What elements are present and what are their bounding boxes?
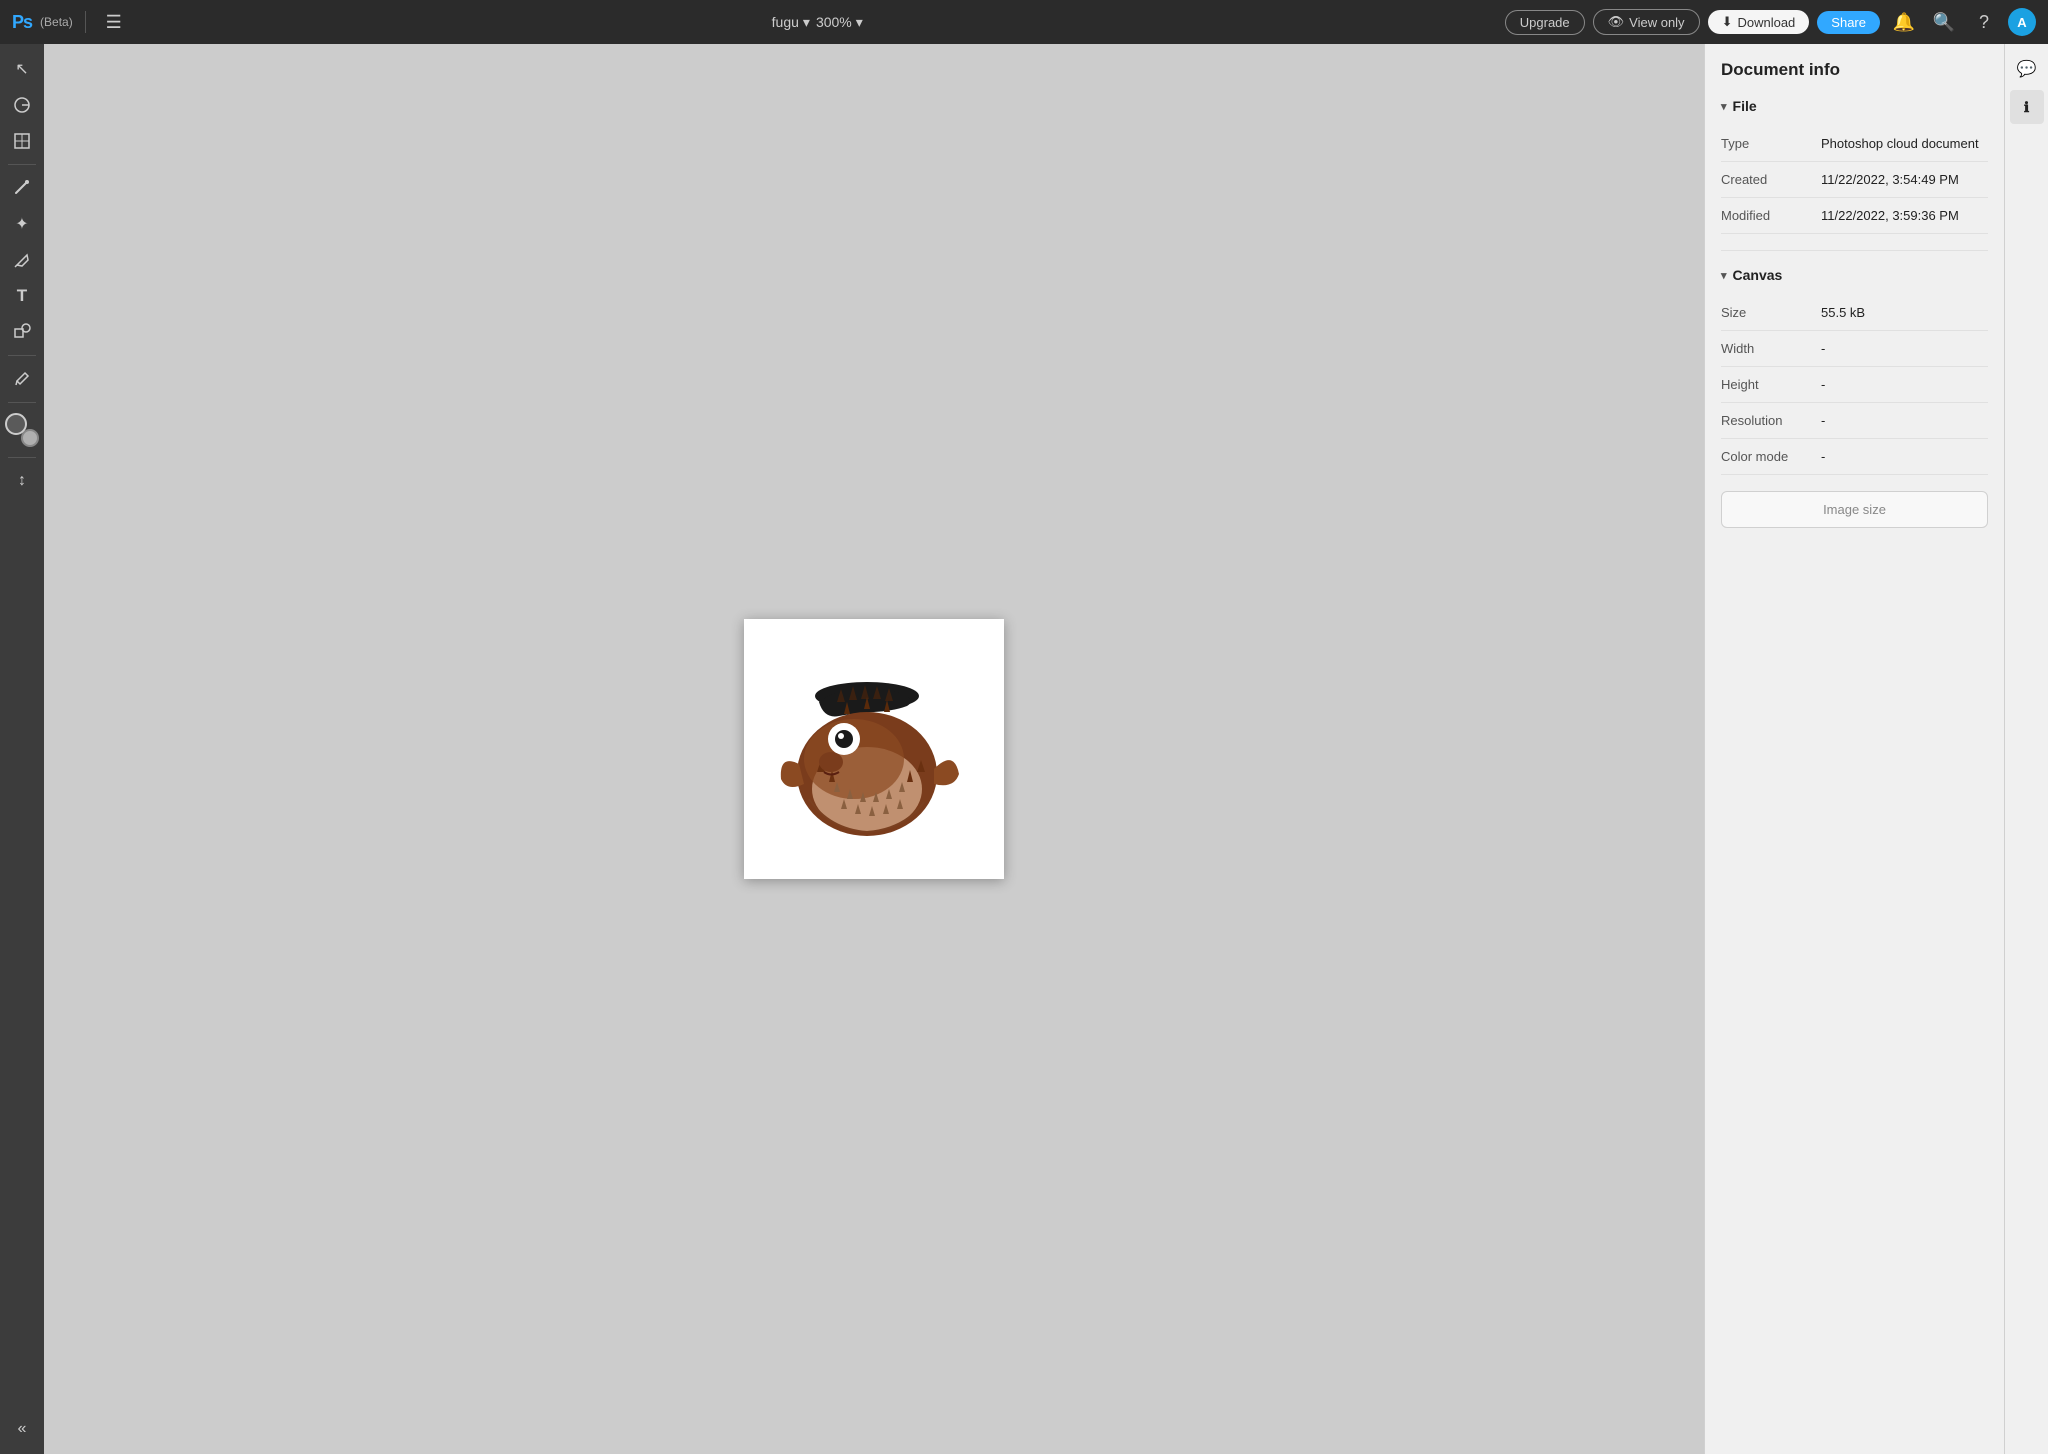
pen-tool-button[interactable] [5, 243, 39, 277]
canvas-section-label: Canvas [1733, 267, 1783, 283]
filename-button[interactable]: fugu [772, 14, 810, 31]
bell-icon: 🔔 [1893, 12, 1915, 33]
comment-button[interactable]: 💬 [2010, 52, 2044, 86]
created-row: Created 11/22/2022, 3:54:49 PM [1721, 162, 1988, 198]
topbar-center: fugu 300% [140, 14, 1495, 31]
brush-tool-button[interactable] [5, 171, 39, 205]
color-pair [5, 413, 39, 447]
avatar[interactable]: A [2008, 8, 2036, 36]
colormode-value: - [1821, 449, 1988, 464]
heal-tool-button[interactable]: ✦ [5, 207, 39, 241]
download-icon: ⬇ [1722, 14, 1733, 30]
select-tool-button[interactable]: ↖ [5, 52, 39, 86]
upgrade-button[interactable]: Upgrade [1505, 10, 1585, 35]
left-toolbar: ↖ ✦ T ↕ « [0, 44, 44, 1454]
far-right-panel: 💬 ℹ [2004, 44, 2048, 1454]
tool-separator-1 [8, 164, 36, 165]
type-value: Photoshop cloud document [1821, 136, 1988, 151]
zoom-label: 300% [816, 14, 852, 30]
type-row: Type Photoshop cloud document [1721, 126, 1988, 162]
filename-chevron-icon [803, 14, 810, 31]
canvas-frame [744, 619, 1004, 879]
topbar-right: Upgrade 👁 View only ⬇ Download Share 🔔 🔍… [1505, 6, 2036, 38]
topbar: Ps (Beta) ☰ fugu 300% Upgrade 👁 View onl… [0, 0, 2048, 44]
panel-title: Document info [1721, 60, 1988, 80]
comment-icon: 💬 [2017, 59, 2037, 79]
background-color[interactable] [21, 429, 39, 447]
notifications-button[interactable]: 🔔 [1888, 6, 1920, 38]
filename-label: fugu [772, 14, 799, 30]
beta-label: (Beta) [40, 15, 73, 29]
ps-logo: Ps [12, 12, 32, 33]
download-button[interactable]: ⬇ Download [1708, 10, 1810, 34]
resolution-row: Resolution - [1721, 403, 1988, 439]
size-row: Size 55.5 kB [1721, 295, 1988, 331]
file-section-header[interactable]: ▾ File [1721, 98, 1988, 114]
canvas-chevron-icon: ▾ [1721, 269, 1727, 282]
hamburger-menu-button[interactable]: ☰ [98, 6, 130, 38]
created-label: Created [1721, 172, 1821, 187]
info-button[interactable]: ℹ [2010, 90, 2044, 124]
width-label: Width [1721, 341, 1821, 356]
view-only-button[interactable]: 👁 View only [1593, 9, 1700, 35]
height-value: - [1821, 377, 1988, 392]
section-divider-1 [1721, 250, 1988, 251]
colormode-row: Color mode - [1721, 439, 1988, 475]
type-label: Type [1721, 136, 1821, 151]
width-row: Width - [1721, 331, 1988, 367]
download-label: Download [1737, 15, 1795, 30]
shape-tool-button[interactable] [5, 315, 39, 349]
search-button[interactable]: 🔍 [1928, 6, 1960, 38]
right-panel: Document info ▾ File Type Photoshop clou… [1704, 44, 2004, 1454]
info-icon: ℹ [2024, 99, 2029, 116]
zoom-chevron-icon [856, 14, 863, 31]
height-row: Height - [1721, 367, 1988, 403]
eyedropper-tool-button[interactable] [5, 362, 39, 396]
file-section-label: File [1733, 98, 1757, 114]
lasso-tool-button[interactable] [5, 88, 39, 122]
main-area: ↖ ✦ T ↕ « [0, 44, 2048, 1454]
resolution-label: Resolution [1721, 413, 1821, 428]
type-tool-button[interactable]: T [5, 279, 39, 313]
canvas-section-header[interactable]: ▾ Canvas [1721, 267, 1988, 283]
file-chevron-icon: ▾ [1721, 100, 1727, 113]
modified-value: 11/22/2022, 3:59:36 PM [1821, 208, 1988, 223]
size-label: Size [1721, 305, 1821, 320]
fugu-image [759, 634, 989, 864]
view-only-label: View only [1629, 15, 1684, 30]
search-icon: 🔍 [1933, 12, 1955, 33]
image-size-button[interactable]: Image size [1721, 491, 1988, 528]
tool-separator-3 [8, 402, 36, 403]
help-button[interactable]: ? [1968, 6, 2000, 38]
modified-label: Modified [1721, 208, 1821, 223]
eye-icon: 👁 [1608, 14, 1625, 30]
colormode-label: Color mode [1721, 449, 1821, 464]
size-value: 55.5 kB [1821, 305, 1988, 320]
canvas-area [44, 44, 1704, 1454]
width-value: - [1821, 341, 1988, 356]
hamburger-icon: ☰ [106, 12, 122, 33]
zoom-button[interactable]: 300% [816, 14, 863, 31]
swap-tool-button[interactable]: ↕ [5, 464, 39, 498]
tool-separator-2 [8, 355, 36, 356]
topbar-left: Ps (Beta) ☰ [12, 6, 130, 38]
help-icon: ? [1979, 12, 1989, 33]
resolution-value: - [1821, 413, 1988, 428]
height-label: Height [1721, 377, 1821, 392]
collapse-toolbar-button[interactable]: « [5, 1412, 39, 1446]
topbar-divider [85, 11, 86, 33]
panel-content: Document info ▾ File Type Photoshop clou… [1705, 44, 2004, 1454]
share-button[interactable]: Share [1817, 11, 1880, 34]
created-value: 11/22/2022, 3:54:49 PM [1821, 172, 1988, 187]
transform-tool-button[interactable] [5, 124, 39, 158]
tool-separator-4 [8, 457, 36, 458]
modified-row: Modified 11/22/2022, 3:59:36 PM [1721, 198, 1988, 234]
